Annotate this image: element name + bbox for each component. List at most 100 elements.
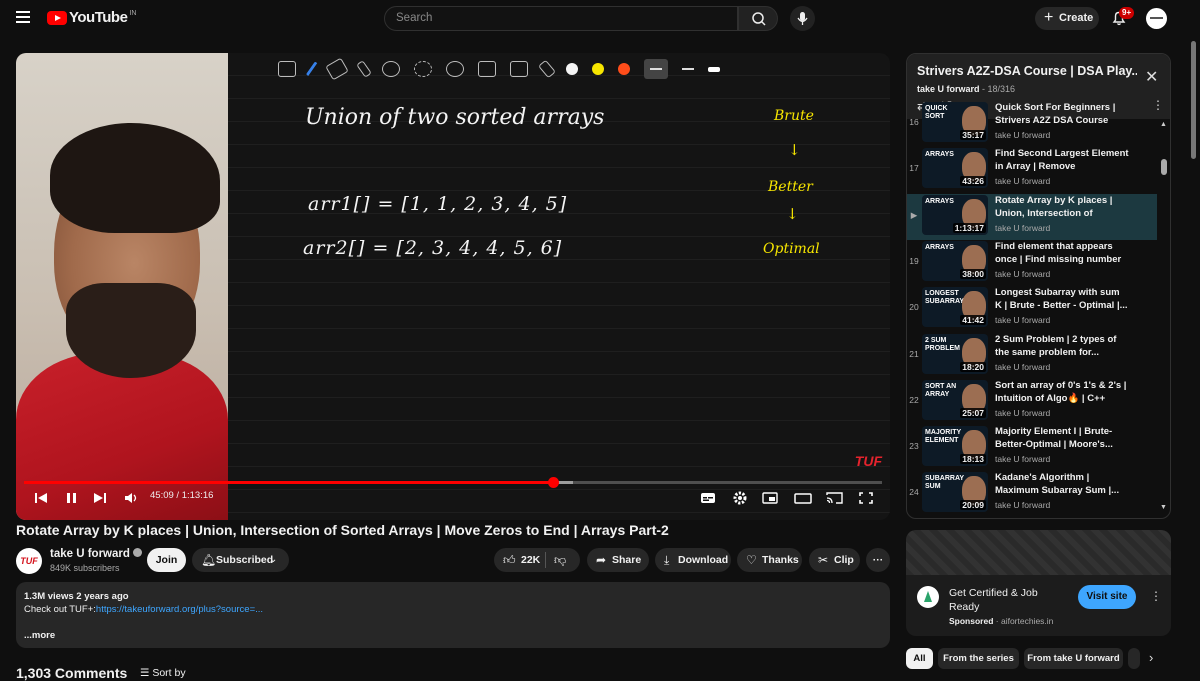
playlist-item-title[interactable]: Quick Sort For Beginners | Strivers A2Z … [995,101,1129,127]
youtube-logo[interactable]: YouTube IN [47,9,136,26]
fullscreen-button[interactable] [858,489,874,507]
chevron-right-icon[interactable]: › [1149,650,1153,665]
video-player[interactable]: Union of two sorted arrays arr1[] = [1, … [16,53,890,520]
chip-from-series[interactable]: From the series [938,648,1019,669]
playlist-item-title[interactable]: Sort an array of 0's 1's & 2's | Intuiti… [995,379,1129,405]
join-button[interactable]: Join [147,548,186,572]
playlist-item-thumbnail[interactable]: QUICK SORT 35:17 [922,102,988,142]
playlist-item-title[interactable]: Majority Element I | Brute-Better-Optima… [995,425,1129,451]
playlist-item-duration: 41:42 [960,315,986,326]
visit-site-button[interactable]: Visit site [1078,585,1136,609]
playlist-item[interactable]: 21 2 SUM PROBLEM 18:20 2 Sum Problem | 2 ty… [907,333,1157,379]
scroll-down-icon[interactable]: ▼ [1160,504,1167,511]
description-box[interactable]: 1.3M views 2 years ago Check out TUF+:ht… [16,582,890,648]
search-button[interactable] [738,6,778,31]
playlist-item-thumbnail[interactable]: SORT AN ARRAY 25:07 [922,379,988,420]
playlist-item-title[interactable]: Kadane's Algorithm | Maximum Subarray Su… [995,471,1129,497]
country-code: IN [129,9,137,17]
playlist-item-title[interactable]: Longest Subarray with sum K | Brute - Be… [995,286,1129,312]
playlist-item-thumbnail[interactable]: LONGEST SUBARRAY 41:42 [922,287,988,328]
scroll-up-icon[interactable]: ▲ [1160,121,1167,128]
voice-search-button[interactable] [790,6,815,31]
miniplayer-button[interactable] [762,489,778,507]
ad-domain: aifortechies.in [1000,616,1054,626]
account-avatar[interactable] [1146,8,1167,29]
ad-title[interactable]: Get Certified & Job Ready [949,586,1069,614]
ad-banner-image[interactable] [906,530,1171,575]
more-actions-button[interactable]: ··· [866,548,890,572]
playlist-item-thumbnail[interactable]: ARRAYS 1:13:17 [922,194,988,235]
page-scroll-thumb[interactable] [1191,41,1196,159]
clip-button[interactable]: ✂ Clip [809,548,860,572]
like-count[interactable]: 22K [521,548,540,572]
progress-bar[interactable] [24,477,882,488]
playlist-item[interactable]: ▶ ARRAYS 1:13:17 Rotate Array by K places |… [907,193,1157,240]
description-link[interactable]: https://takeuforward.org/plus?source=... [96,604,263,615]
playlist-item-duration: 20:09 [960,500,986,511]
thanks-button[interactable]: ♡ Thanks [737,548,802,572]
playlist-item-thumbnail[interactable]: 2 SUM PROBLEM 18:20 [922,333,988,374]
playlist-item[interactable]: 16 QUICK SORT 35:17 Quick Sort For Beginner… [907,101,1157,147]
share-icon: ➦ [596,553,607,567]
chip-partial[interactable] [1128,648,1140,669]
close-icon[interactable]: ✕ [1145,67,1158,87]
ad-menu-icon[interactable]: ⋮ [1150,589,1162,603]
playlist-item-channel: take U forward [995,454,1051,465]
dislike-icon[interactable]: 👎︎ [554,548,566,572]
playlist-item[interactable]: 20 LONGEST SUBARRAY 41:42 Longest Subarray … [907,286,1157,332]
playlist-item-thumbnail[interactable]: ARRAYS 43:26 [922,148,988,189]
theater-mode-button[interactable] [794,489,812,507]
share-button[interactable]: ➦ Share [587,548,649,572]
playlist-item-thumbnail[interactable]: MAJORITY ELEMENT 18:13 [922,426,988,467]
create-button[interactable]: + Create [1035,7,1099,30]
playlist-item-title[interactable]: Rotate Array by K places | Union, Inters… [995,194,1129,220]
page-scrollbar[interactable] [1189,37,1198,675]
pause-button[interactable] [66,489,78,507]
playlist-item-title[interactable]: Find Second Largest Element in Array | R… [995,147,1129,173]
chip-all[interactable]: All [906,648,933,669]
playlist-item[interactable]: 19 ARRAYS 38:00 Find element that appears o… [907,240,1157,286]
volume-button[interactable] [124,489,140,507]
zoom-tool-icon [278,61,296,77]
playlist-title[interactable]: Strivers A2Z-DSA Course | DSA Play... [917,64,1137,78]
like-icon[interactable]: 👍︎ [503,548,516,572]
playlist-scrollbar[interactable]: ▲ ▼ [1158,119,1170,518]
sponsored-ad[interactable]: Get Certified & Job Ready Sponsored · ai… [906,530,1171,636]
playlist-item-title[interactable]: Find element that appears once | Find mi… [995,240,1129,266]
playlist-item[interactable]: 22 SORT AN ARRAY 25:07 Sort an array of 0's… [907,379,1157,425]
previous-button[interactable] [34,489,48,507]
sort-by-button[interactable]: ☰ Sort by [140,667,186,679]
menu-icon[interactable] [16,11,30,23]
playlist-channel[interactable]: take U forward [917,84,980,94]
channel-name-text[interactable]: take U forward [50,548,130,560]
volume-icon [125,493,137,503]
playlist-item-thumbnail[interactable]: SUBARRAY SUM 20:09 [922,472,988,513]
playlist-item-duration: 43:26 [960,176,986,187]
show-more-link[interactable]: ...more [24,630,55,641]
playlist-item-channel: take U forward [995,130,1051,140]
subscribed-button[interactable]: 🔔︎ Subscribed ⌄ [192,548,289,572]
thin-line-selected-icon [644,59,668,79]
thumbnail-caption: ARRAYS [925,151,954,159]
next-icon [94,493,106,503]
playlist-item-thumbnail[interactable]: ARRAYS 38:00 [922,240,988,281]
playlist-item-title[interactable]: 2 Sum Problem | 2 types of the same prob… [995,333,1129,359]
cast-button[interactable] [826,489,844,507]
playlist-item[interactable]: 17 ARRAYS 43:26 Find Second Largest Element… [907,147,1157,193]
search-input[interactable]: Search [384,6,738,31]
comments-count: 1,303 Comments [16,665,128,681]
text-tool-icon [510,61,528,77]
scrubber-handle[interactable] [547,477,559,488]
subtitles-button[interactable] [700,489,716,507]
chip-from-channel[interactable]: From take U forward [1024,648,1123,669]
settings-button[interactable] [732,489,748,507]
shapes-tool-icon [382,61,400,77]
channel-avatar[interactable]: TUF [16,548,42,574]
board-heading: Union of two sorted arrays [305,105,605,130]
channel-name[interactable]: take U forward [50,548,142,560]
playlist-item[interactable]: 23 MAJORITY ELEMENT 18:13 Majority Element … [907,425,1157,471]
playlist-item[interactable]: 24 SUBARRAY SUM 20:09 Kadane's Algorithm | … [907,471,1157,517]
playlist-scroll-thumb[interactable] [1161,159,1167,175]
next-button[interactable] [93,489,107,507]
download-button[interactable]: ⤓ Download [655,548,731,572]
